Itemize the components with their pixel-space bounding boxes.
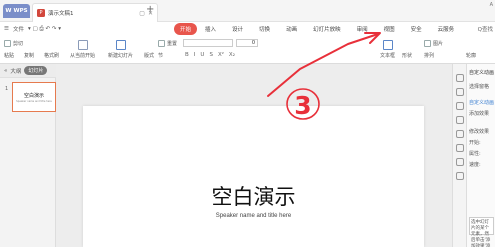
presentation-icon: P bbox=[37, 9, 45, 17]
tab-view[interactable]: 视图 bbox=[376, 23, 403, 35]
tab-animation[interactable]: 动画 bbox=[278, 23, 305, 35]
file-menu[interactable]: 文件 bbox=[13, 25, 24, 33]
tab-outline[interactable]: 大纲 bbox=[10, 67, 21, 75]
italic-icon[interactable]: I bbox=[194, 52, 196, 58]
animation-icon[interactable] bbox=[455, 74, 464, 82]
table-icon[interactable] bbox=[455, 130, 464, 138]
font-size-select[interactable]: 0 bbox=[236, 39, 258, 47]
new-slide-icon bbox=[115, 40, 126, 50]
scissors-icon bbox=[4, 40, 11, 47]
picture-button[interactable]: 图片 bbox=[424, 40, 443, 47]
panel-title: 自定义动画 bbox=[469, 70, 495, 76]
collapse-icon[interactable]: « bbox=[4, 68, 7, 74]
title-bar: W WPS P 演示文稿1 ▢ ✕ + A bbox=[0, 0, 495, 22]
cut-button[interactable]: 剪切 bbox=[4, 40, 23, 47]
more-icon[interactable] bbox=[455, 172, 464, 180]
tab-cloud[interactable]: 云服务 bbox=[430, 23, 463, 35]
strikethrough-icon[interactable]: S bbox=[209, 52, 213, 58]
select-pane-icon[interactable] bbox=[455, 88, 464, 96]
hamburger-icon[interactable]: ☰ bbox=[4, 26, 9, 32]
wps-logo-icon: W bbox=[5, 8, 12, 14]
copy-button[interactable]: 复制 bbox=[24, 52, 34, 59]
paste-button[interactable]: 粘贴 bbox=[4, 52, 14, 59]
tab-transition[interactable]: 切换 bbox=[251, 23, 278, 35]
format-painter-button[interactable]: 格式刷 bbox=[44, 52, 59, 59]
tab-design[interactable]: 设计 bbox=[224, 23, 251, 35]
property-label: 属性: bbox=[469, 151, 481, 157]
slide-thumbnail[interactable]: 空白演示 Speaker name and title here bbox=[12, 82, 56, 112]
pane-tabs: « 大纲 幻灯片 bbox=[0, 64, 56, 78]
tab-slideshow[interactable]: 幻灯片放映 bbox=[305, 23, 349, 35]
speed-label: 速度: bbox=[469, 162, 481, 168]
select-pane-link[interactable]: 选择窗格 bbox=[469, 83, 489, 90]
account-corner[interactable]: A bbox=[490, 2, 493, 8]
outline-button[interactable]: 轮廓 bbox=[466, 52, 476, 59]
shape-icon[interactable] bbox=[455, 102, 464, 110]
slide-title[interactable]: 空白演示 bbox=[83, 181, 424, 211]
add-effect-button[interactable]: 添加效果 bbox=[469, 110, 489, 117]
new-slide-button[interactable]: 新建幻灯片 bbox=[108, 40, 133, 59]
subscript-icon[interactable]: X₂ bbox=[229, 52, 235, 58]
arrange-button[interactable]: 排列 bbox=[424, 52, 434, 59]
wps-home-tab[interactable]: W WPS bbox=[3, 4, 30, 18]
underline-icon[interactable]: U bbox=[200, 52, 204, 58]
textbox-icon bbox=[382, 40, 393, 50]
star-icon[interactable] bbox=[455, 116, 464, 124]
slides-pane: « 大纲 幻灯片 1 空白演示 Speaker name and title h… bbox=[0, 64, 56, 247]
shape-button[interactable]: 形状 bbox=[402, 52, 412, 59]
from-current-button[interactable]: 从当前开始 bbox=[70, 40, 95, 59]
tab-insert[interactable]: 插入 bbox=[197, 23, 224, 35]
animation-hint: 选中幻灯片的某个元素，然后单击'添加效果'添加动画。 bbox=[469, 217, 494, 247]
textbox-button[interactable]: 文本框 bbox=[380, 40, 395, 59]
tab-slides[interactable]: 幻灯片 bbox=[24, 66, 48, 75]
tab-home[interactable]: 开始 bbox=[174, 23, 198, 35]
search-command[interactable]: Q查找 bbox=[478, 25, 493, 33]
picture-icon bbox=[424, 40, 431, 47]
superscript-icon[interactable]: X² bbox=[218, 52, 224, 58]
ribbon-toolbar: 剪切 粘贴 复制 格式刷 从当前开始 新建幻灯片 版式 节 重置 0 B I U… bbox=[0, 36, 495, 64]
new-tab-button[interactable]: + bbox=[146, 4, 154, 15]
quick-access-icons[interactable]: ▾ ▢ ⎙ ↶ ↷ ▾ bbox=[28, 26, 61, 33]
slide-canvas: 空白演示 Speaker name and title here bbox=[56, 64, 452, 247]
history-icon[interactable] bbox=[455, 144, 464, 152]
document-tab[interactable]: P 演示文稿1 ▢ ✕ bbox=[32, 3, 158, 22]
custom-animation-panel: 自定义动画 选择窗格 自定义动画 添加效果 修改效果 开始: 属性: 速度: 选… bbox=[467, 64, 495, 247]
help-icon[interactable] bbox=[455, 158, 464, 166]
reset-icon bbox=[158, 40, 165, 47]
reset-button[interactable]: 重置 bbox=[158, 40, 177, 47]
menu-bar: ☰ 文件 ▾ ▢ ⎙ ↶ ↷ ▾ 开始 插入 设计 切换 动画 幻灯片放映 审阅… bbox=[0, 22, 495, 36]
tab-menu-icon[interactable]: ▢ bbox=[139, 10, 145, 17]
section-button[interactable]: 节 bbox=[158, 52, 163, 59]
start-label: 开始: bbox=[469, 140, 481, 146]
bold-icon[interactable]: B bbox=[185, 52, 189, 58]
tab-security[interactable]: 安全 bbox=[403, 23, 430, 35]
layout-button[interactable]: 版式 bbox=[144, 52, 154, 59]
ribbon-tabs: 开始 插入 设计 切换 动画 幻灯片放映 审阅 视图 安全 云服务 bbox=[174, 23, 462, 35]
modify-effect-label: 修改效果 bbox=[469, 129, 490, 135]
document-tab-label: 演示文稿1 bbox=[48, 11, 74, 17]
tab-review[interactable]: 审阅 bbox=[349, 23, 376, 35]
custom-animation-heading: 自定义动画 bbox=[469, 100, 495, 106]
font-family-select[interactable] bbox=[183, 39, 233, 47]
slide-number: 1 bbox=[5, 86, 9, 92]
task-pane-icons bbox=[452, 64, 467, 247]
thumbnail-subtitle: Speaker name and title here bbox=[16, 99, 52, 103]
format-buttons: B I U S X² X₂ bbox=[185, 52, 235, 58]
thumbnail-title: 空白演示 bbox=[23, 92, 44, 99]
current-slide[interactable]: 空白演示 Speaker name and title here bbox=[83, 106, 424, 247]
slide-subtitle[interactable]: Speaker name and title here bbox=[83, 213, 424, 219]
play-slideshow-icon bbox=[77, 40, 88, 50]
